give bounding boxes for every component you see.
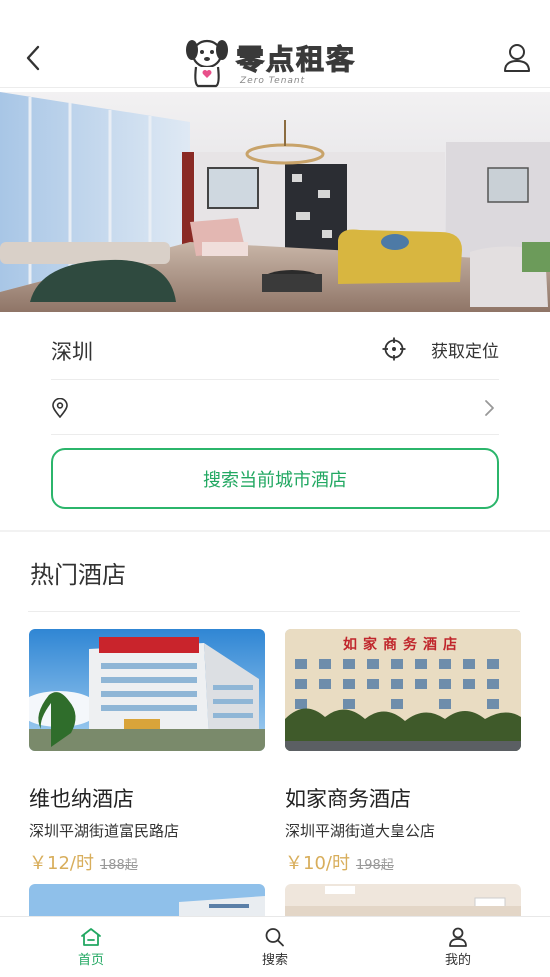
chevron-right-icon xyxy=(485,400,494,416)
app-header: 零点租客 Zero Tenant xyxy=(0,0,550,88)
city-name[interactable]: 深圳 xyxy=(51,336,93,366)
hotel-original-price: 188起 xyxy=(99,858,138,873)
hot-title-divider xyxy=(28,611,520,612)
hotel-price-line: ￥10/时 198起 xyxy=(285,849,394,875)
logo-text: 零点租客 xyxy=(235,43,357,77)
app-logo: 零点租客 Zero Tenant xyxy=(182,34,372,90)
hotel-image xyxy=(29,629,265,751)
hotel-name: 维也纳酒店 xyxy=(29,787,134,811)
hero-banner-image xyxy=(0,92,550,312)
tab-home[interactable]: 首页 xyxy=(31,917,151,977)
hotel-image: 如家商务酒店 xyxy=(285,629,521,751)
hotel-sign-text: 如家商务酒店 xyxy=(343,636,463,653)
hotel-name: 如家商务酒店 xyxy=(285,787,411,811)
tab-search-label: 搜索 xyxy=(261,953,288,968)
city-row: 深圳 获取定位 xyxy=(51,320,499,380)
search-icon xyxy=(265,928,284,947)
tab-home-label: 首页 xyxy=(77,953,104,968)
hotel-price: ￥12/时 xyxy=(29,853,94,874)
profile-button[interactable] xyxy=(502,42,532,74)
hotel-address: 深圳平湖街道富民路店 xyxy=(29,822,180,840)
hotel-address: 深圳平湖街道大皇公店 xyxy=(285,822,436,840)
dog-logo-icon xyxy=(186,39,228,88)
get-location-button[interactable]: 获取定位 xyxy=(431,337,499,362)
tab-mine[interactable]: 我的 xyxy=(398,917,518,977)
hotel-original-price: 198起 xyxy=(355,858,394,873)
address-row[interactable] xyxy=(51,381,499,435)
search-city-hotels-button[interactable]: 搜索当前城市酒店 xyxy=(51,448,499,509)
section-divider xyxy=(0,530,550,532)
hotel-card[interactable]: 如家商务酒店 如家商务酒店 深圳平湖街道大皇公店 ￥10/时 198起 xyxy=(285,629,521,879)
tab-mine-label: 我的 xyxy=(444,953,471,968)
hotel-card[interactable]: 维也纳酒店 深圳平湖街道富民路店 ￥12/时 188起 xyxy=(29,629,265,879)
crosshair-locate-icon[interactable] xyxy=(382,337,406,361)
hotel-price: ￥10/时 xyxy=(285,853,350,874)
hot-hotels-title: 热门酒店 xyxy=(30,561,126,589)
logo-subtext: Zero Tenant xyxy=(240,76,306,86)
tab-search[interactable]: 搜索 xyxy=(215,917,335,977)
bottom-tab-bar: 首页 搜索 我的 xyxy=(0,916,550,977)
hotel-price-line: ￥12/时 188起 xyxy=(29,849,138,875)
back-button[interactable] xyxy=(18,40,48,76)
home-icon xyxy=(81,928,101,946)
chevron-left-icon xyxy=(26,45,40,71)
user-icon xyxy=(449,927,467,947)
map-pin-icon xyxy=(52,398,68,418)
user-icon xyxy=(504,44,530,72)
